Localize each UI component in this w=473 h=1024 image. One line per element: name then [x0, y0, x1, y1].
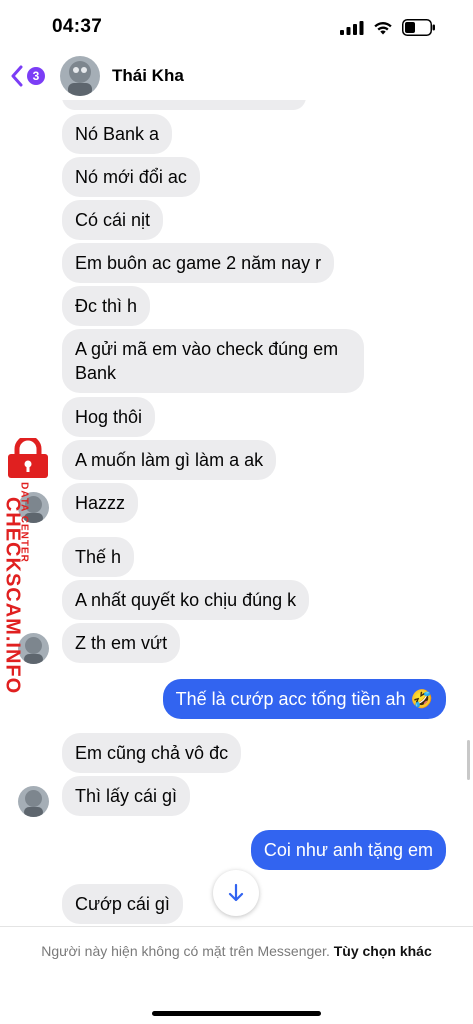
incoming-message[interactable]: Hazzz	[62, 483, 139, 523]
incoming-message[interactable]: A nhất quyết ko chịu đúng k	[62, 580, 310, 620]
watermark: DATA CENTER CHECKSCAM.INFO	[2, 432, 52, 694]
incoming-message[interactable]: Cướp cái gì	[62, 884, 183, 924]
incoming-message[interactable]: Đc thì h	[62, 286, 151, 326]
scroll-to-bottom-button[interactable]	[213, 870, 259, 916]
more-options-link[interactable]: Tùy chọn khác	[334, 943, 432, 959]
incoming-message[interactable]: Thế h	[62, 537, 135, 577]
incoming-message[interactable]: Em buôn ac game 2 năm nay r	[62, 243, 335, 283]
incoming-message[interactable]: Có cái nịt	[62, 200, 164, 240]
unread-count-badge: 3	[27, 67, 45, 85]
incoming-message[interactable]: Z th em vứt	[62, 623, 181, 663]
status-bar: 04:37	[0, 0, 473, 52]
outgoing-message[interactable]: Coi như anh tặng em	[250, 830, 446, 870]
presence-notice-text: Người này hiện không có mặt trên Messeng…	[41, 943, 330, 959]
home-indicator[interactable]	[152, 1011, 321, 1016]
outgoing-message[interactable]: Thế là cướp acc tống tiền ah 🤣	[162, 679, 446, 719]
chat-header: 3 Thái Kha	[0, 52, 473, 100]
avatar-image	[60, 56, 100, 96]
watermark-brand: CHECKSCAM.INFO	[1, 496, 24, 695]
status-time: 04:37	[52, 16, 103, 37]
lock-icon	[8, 438, 48, 478]
chevron-left-icon	[11, 65, 23, 87]
incoming-message[interactable]: A gửi mã em vào check đúng em Bank	[62, 329, 364, 393]
incoming-message[interactable]: Nó Bank a	[62, 114, 173, 154]
message-list[interactable]: Nó Bank a Nó mới đổi ac Có cái nịt Em bu…	[0, 100, 473, 926]
battery-icon	[402, 19, 435, 36]
arrow-down-icon	[228, 883, 244, 902]
incoming-message[interactable]: Hog thôi	[62, 397, 156, 437]
wifi-icon	[374, 22, 392, 35]
avatar-image	[18, 786, 49, 817]
incoming-message[interactable]: Nó mới đổi ac	[62, 157, 200, 197]
incoming-message[interactable]: A muốn làm gì làm a ak	[62, 440, 277, 480]
presence-notice: Người này hiện không có mặt trên Messeng…	[40, 941, 433, 961]
message-bubble-partial	[62, 100, 306, 110]
contact-avatar[interactable]	[60, 56, 100, 96]
footer: Người này hiện không có mặt trên Messeng…	[0, 926, 473, 1024]
incoming-message[interactable]: Em cũng chả vô đc	[62, 733, 242, 773]
back-button[interactable]: 3	[10, 62, 45, 90]
contact-name[interactable]: Thái Kha	[112, 66, 184, 86]
scrollbar[interactable]	[467, 740, 470, 780]
incoming-message[interactable]: Thì lấy cái gì	[62, 776, 191, 816]
cellular-signal-icon	[340, 21, 364, 35]
sender-avatar[interactable]	[18, 786, 49, 817]
